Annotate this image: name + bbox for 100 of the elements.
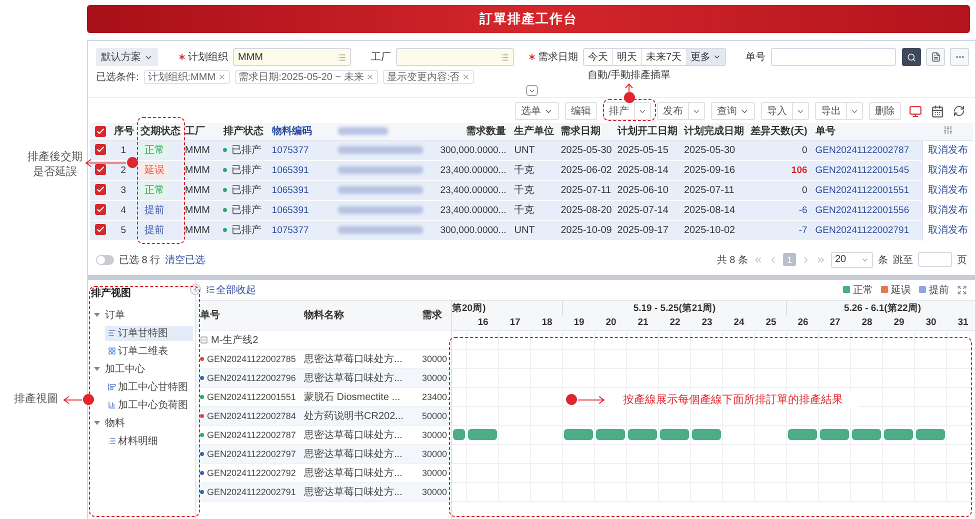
list-icon [337,52,346,62]
search-button[interactable] [902,48,921,66]
table-cell-text: 思密达草莓口味处方... [303,428,402,442]
table-cell: 2025-09-17 [617,224,668,236]
filter-tag[interactable]: 显示变更内容:否 [382,70,474,84]
redacted-text [338,127,388,136]
checkbox[interactable] [94,144,106,156]
table-link[interactable]: 1065391 [272,204,309,216]
toolbar-button[interactable]: 编辑 [565,102,597,120]
collapse-all-link[interactable]: 全部收起 [216,282,256,296]
day-label: 27 [830,317,840,328]
tree-item[interactable]: 订单甘特图 [105,326,193,340]
table-cell: MMM [184,144,210,156]
chevron-left-icon [192,286,199,292]
table-row[interactable]: 1 正常 MMM 已排产 1075377 300,000.0000... UNT 2025-05-30 2025-05-15 2025-05-30 0 GEN20241122002787 取消发布 [90,140,973,160]
column-header: 生产单位 [514,126,554,138]
page-input[interactable] [918,252,952,267]
table-link[interactable]: 1075377 [272,144,309,156]
checkbox[interactable] [94,164,106,176]
unpublish-link[interactable]: 取消发布 [928,185,968,196]
date-option[interactable]: 更多 [686,49,725,65]
table-link[interactable]: 1065391 [272,184,309,196]
tree-item[interactable]: 物料 [105,416,125,430]
clear-selection-link[interactable]: 清空已选 [165,252,206,266]
expand-button[interactable] [526,85,538,96]
scheme-dropdown[interactable]: 默认方案 [96,48,158,66]
caret-icon[interactable] [94,366,100,372]
table-cell: 2025-06-10 [617,184,668,196]
close-icon [366,73,374,81]
status-dot-icon [223,168,228,172]
tree-item[interactable]: 订单二维表 [105,344,193,358]
column-header: 需求数量 [466,126,506,138]
column-header: 差异天数(天) [750,126,808,138]
tree-item[interactable]: 加工中心负荷图 [105,398,193,412]
day-label: 20 [606,317,616,328]
page-size-unit: 条 [878,254,888,266]
dropdown-button[interactable]: 查询 [711,102,755,120]
table-link[interactable]: GEN20241122001545 [815,164,910,176]
table-link[interactable]: GEN20241122002787 [815,144,910,156]
more-button[interactable] [950,48,969,66]
table-cell: 23,400.00000... [440,204,506,216]
day-label: 31 [958,317,968,328]
tree-item[interactable]: 加工中心 [105,362,145,376]
collapse-button[interactable] [190,284,201,294]
input-field[interactable] [770,48,896,66]
caret-icon[interactable] [94,420,100,426]
checkbox[interactable] [94,204,106,216]
status-dot-icon [223,148,228,152]
picker-field[interactable]: MMM [233,48,351,66]
collapse-icon[interactable] [200,336,208,344]
table-cell-text: 50000 [421,410,448,420]
filter-tag[interactable]: 计划组织:MMM [144,70,230,84]
monitor-button[interactable] [907,103,923,119]
legend-label: 延误 [891,284,911,296]
status-tag: 正常 [140,184,168,197]
unpublish-link[interactable]: 取消发布 [928,165,968,176]
fullscreen-icon[interactable] [957,284,967,294]
order-number: GEN20241122002796 [207,372,296,382]
caret-icon[interactable] [94,312,100,318]
table-link[interactable]: GEN20241122001556 [815,204,910,216]
dropdown-button[interactable]: 选单 [515,102,559,120]
table-cell: 300,000.0000... [440,224,506,236]
checkbox[interactable] [94,224,106,236]
calendar-button[interactable] [929,103,945,119]
first-page-icon[interactable] [753,254,763,264]
tree-item[interactable]: 材料明细 [105,434,193,448]
refresh-button[interactable] [951,103,967,119]
table-cell: UNT [514,224,535,236]
checkbox[interactable] [94,184,106,196]
filter-tag[interactable]: 需求日期:2025-05-20 ~ 未来 [234,70,378,84]
row-number: 2 [120,164,126,176]
table-cell: UNT [514,144,535,156]
table-link[interactable]: 1065391 [272,164,309,176]
annotation-arrow [64,396,82,404]
unpublish-link[interactable]: 取消发布 [928,225,968,236]
table-link[interactable]: 1075377 [272,224,309,236]
unpublish-link[interactable]: 取消发布 [928,145,968,156]
column-header: 需求日期 [560,126,601,138]
close-icon [462,73,470,81]
field-label: 单号 [746,50,766,64]
column-settings-icon[interactable] [942,124,953,135]
page-size-select[interactable]: 20 [831,252,873,268]
toggle-switch[interactable] [96,254,114,264]
unpublish-link[interactable]: 取消发布 [928,205,968,216]
table-link[interactable]: GEN20241122002791 [815,224,910,236]
select-all-checkbox[interactable] [94,126,106,137]
last-page-icon[interactable] [816,254,826,264]
row-number: 3 [120,184,126,196]
week-label: 5.19 - 5.25(第21周) [633,302,716,314]
search-icon [907,52,916,62]
tree-item[interactable]: 加工中心甘特图 [105,380,193,394]
document-button[interactable] [926,48,945,66]
order-number: GEN20241122002797 [207,448,296,458]
column-header: 交期状态 [140,126,180,138]
tree-item[interactable]: 订单 [105,308,125,322]
toolbar-button[interactable]: 删除 [869,102,901,120]
column-header: 工厂 [184,126,205,138]
picker-field[interactable] [396,48,514,66]
table-link[interactable]: GEN20241122001551 [815,184,910,196]
table-cell: MMM [184,184,210,196]
